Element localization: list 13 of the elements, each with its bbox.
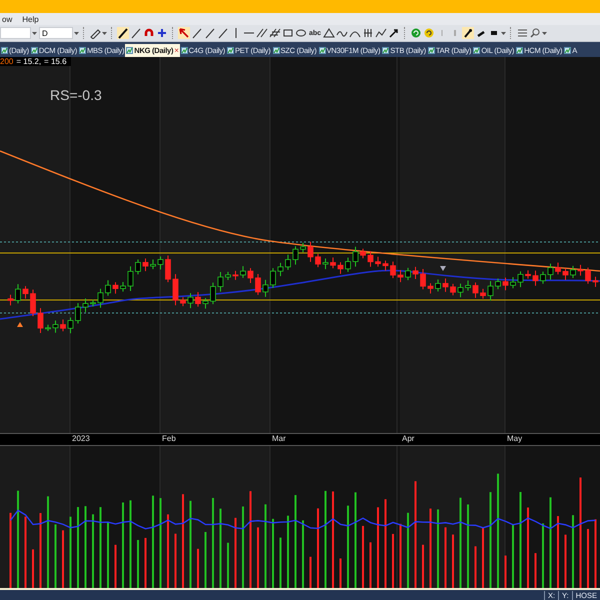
chart-annotation: RS=-0.3 — [50, 87, 102, 103]
interval-field[interactable]: D — [39, 27, 73, 39]
axis-label: Feb — [162, 434, 176, 444]
axis-label: 2023 — [72, 434, 90, 444]
axis-label: Mar — [272, 434, 286, 444]
legend-value: = 15.6 — [44, 57, 67, 66]
axis-label: May — [507, 434, 522, 444]
axis-label: Apr — [402, 434, 414, 444]
menu-item[interactable]: Help — [20, 14, 41, 24]
legend-value: = 15.2, — [16, 57, 42, 66]
menu-item[interactable]: ow — [0, 14, 14, 24]
legend-value: 200 — [0, 57, 14, 66]
close-icon[interactable]: × — [174, 46, 179, 55]
